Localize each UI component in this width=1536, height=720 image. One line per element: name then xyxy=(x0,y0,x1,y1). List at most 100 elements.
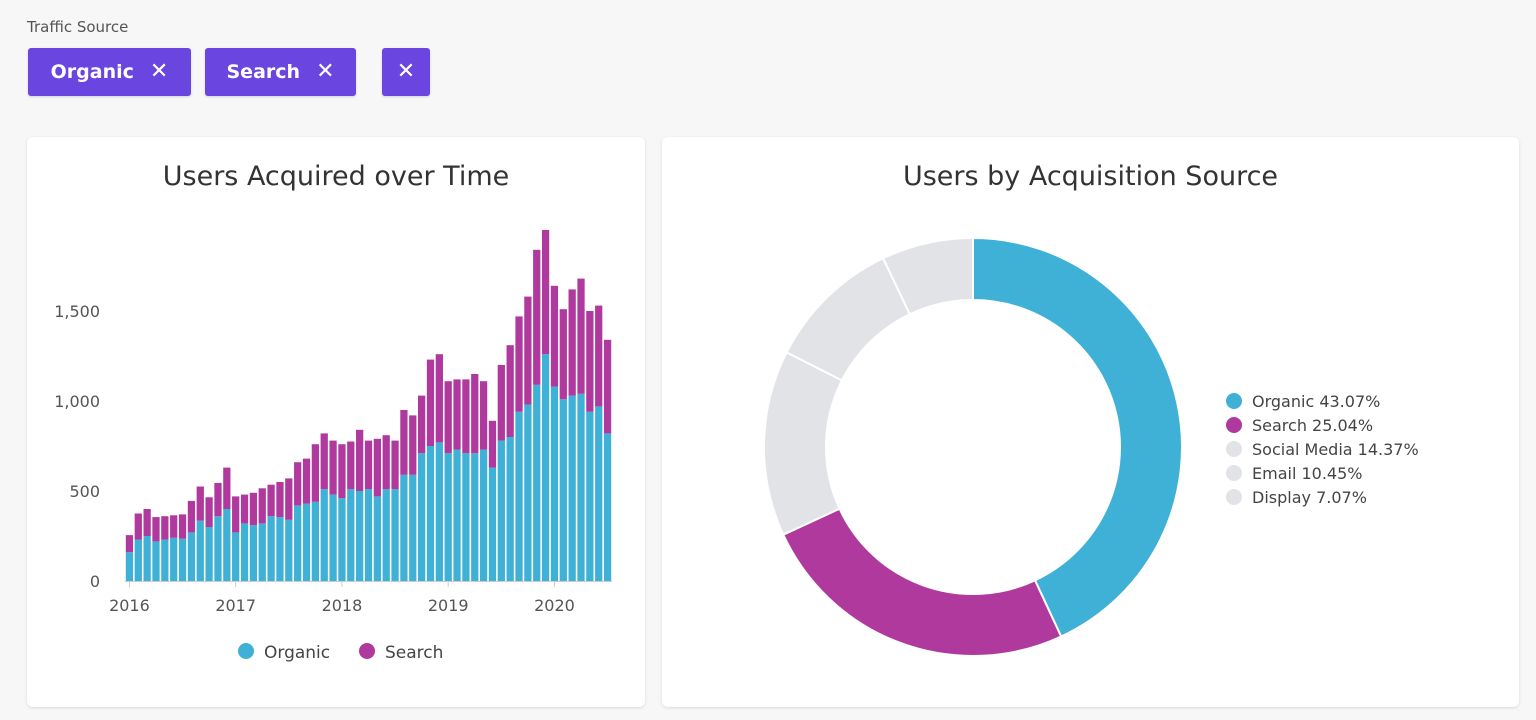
legend-item-organic[interactable]: Organic xyxy=(238,643,330,663)
legend-item-search[interactable]: Search xyxy=(359,643,443,663)
bar-organic[interactable] xyxy=(329,494,337,581)
bar-organic[interactable] xyxy=(125,552,134,581)
bar-search[interactable] xyxy=(214,482,222,517)
bar-search[interactable] xyxy=(276,482,284,518)
bar-organic[interactable] xyxy=(462,453,470,581)
bar-search[interactable] xyxy=(267,484,275,517)
bar-organic[interactable] xyxy=(417,453,426,581)
bar-organic[interactable] xyxy=(161,539,169,581)
bar-search[interactable] xyxy=(178,514,187,539)
bar-search[interactable] xyxy=(125,535,134,553)
bar-organic[interactable] xyxy=(338,498,346,581)
bar-search[interactable] xyxy=(426,359,435,446)
bar-search[interactable] xyxy=(568,289,576,396)
donut-slice-search[interactable] xyxy=(781,507,1063,657)
bar-organic[interactable] xyxy=(258,523,266,581)
bar-organic[interactable] xyxy=(373,496,381,581)
bar-search[interactable] xyxy=(533,249,541,385)
bar-search[interactable] xyxy=(595,305,603,407)
bar-search[interactable] xyxy=(435,354,443,443)
bar-organic[interactable] xyxy=(152,541,160,581)
bar-search[interactable] xyxy=(311,444,320,502)
close-icon[interactable]: ✕ xyxy=(316,61,334,83)
bar-organic[interactable] xyxy=(603,433,612,581)
bar-search[interactable] xyxy=(223,467,231,509)
bar-organic[interactable] xyxy=(170,537,178,581)
bar-search[interactable] xyxy=(302,458,311,504)
bar-search[interactable] xyxy=(524,296,532,405)
bar-organic[interactable] xyxy=(568,395,576,581)
bar-search[interactable] xyxy=(479,381,488,450)
bar-organic[interactable] xyxy=(364,489,373,581)
bar-organic[interactable] xyxy=(240,523,249,581)
bar-organic[interactable] xyxy=(479,449,488,581)
legend-item-organic[interactable]: Organic 43.07% xyxy=(1226,392,1380,411)
bar-organic[interactable] xyxy=(533,384,541,581)
bar-search[interactable] xyxy=(471,374,479,454)
bar-organic[interactable] xyxy=(524,404,532,581)
bar-organic[interactable] xyxy=(187,532,196,581)
bar-organic[interactable] xyxy=(302,503,311,581)
legend-item-social-media[interactable]: Social Media 14.37% xyxy=(1226,440,1419,459)
bar-organic[interactable] xyxy=(506,437,514,581)
bar-search[interactable] xyxy=(258,488,266,524)
bar-search[interactable] xyxy=(550,285,559,387)
bar-organic[interactable] xyxy=(232,532,240,581)
bar-organic[interactable] xyxy=(205,527,213,581)
bar-search[interactable] xyxy=(382,435,390,490)
donut-slice-organic[interactable] xyxy=(972,236,1183,638)
bar-organic[interactable] xyxy=(178,538,187,581)
bar-search[interactable] xyxy=(170,515,178,538)
bar-search[interactable] xyxy=(417,395,426,454)
bar-organic[interactable] xyxy=(391,489,399,581)
bar-search[interactable] xyxy=(161,516,169,540)
bar-search[interactable] xyxy=(187,500,196,533)
donut-slice-social-media[interactable] xyxy=(763,351,844,537)
close-icon[interactable]: ✕ xyxy=(150,61,168,83)
bar-organic[interactable] xyxy=(196,520,204,581)
bar-search[interactable] xyxy=(559,309,567,400)
bar-search[interactable] xyxy=(347,441,355,490)
clear-filters-button[interactable]: ✕ xyxy=(382,48,430,96)
bar-search[interactable] xyxy=(515,316,523,412)
bar-search[interactable] xyxy=(294,462,302,506)
bar-search[interactable] xyxy=(409,415,417,475)
bar-search[interactable] xyxy=(196,486,204,521)
bar-organic[interactable] xyxy=(515,411,523,581)
bar-search[interactable] xyxy=(329,440,337,495)
bar-search[interactable] xyxy=(356,429,364,491)
bar-organic[interactable] xyxy=(143,536,151,581)
bar-search[interactable] xyxy=(586,311,594,412)
bar-search[interactable] xyxy=(249,492,258,526)
bar-organic[interactable] xyxy=(267,516,275,581)
bar-search[interactable] xyxy=(506,345,514,437)
filter-chip-search[interactable]: Search ✕ xyxy=(205,48,356,96)
bar-organic[interactable] xyxy=(497,440,505,581)
bar-search[interactable] xyxy=(285,478,293,520)
bar-organic[interactable] xyxy=(559,399,567,581)
bar-organic[interactable] xyxy=(409,474,417,581)
bar-search[interactable] xyxy=(373,438,381,497)
bar-search[interactable] xyxy=(152,517,160,542)
bar-organic[interactable] xyxy=(285,519,293,581)
bar-organic[interactable] xyxy=(320,489,328,581)
legend-item-display[interactable]: Display 7.07% xyxy=(1226,488,1367,507)
bar-search[interactable] xyxy=(143,509,151,536)
bar-organic[interactable] xyxy=(223,509,231,581)
bar-search[interactable] xyxy=(205,497,213,527)
bar-search[interactable] xyxy=(400,410,408,475)
bar-organic[interactable] xyxy=(586,411,594,581)
bar-search[interactable] xyxy=(488,420,497,468)
filter-chip-organic[interactable]: Organic ✕ xyxy=(28,48,191,96)
bar-organic[interactable] xyxy=(382,489,390,581)
bar-organic[interactable] xyxy=(435,442,443,581)
bar-organic[interactable] xyxy=(311,501,320,581)
bar-search[interactable] xyxy=(577,278,585,394)
bar-search[interactable] xyxy=(134,513,142,540)
bar-organic[interactable] xyxy=(444,453,452,581)
bar-organic[interactable] xyxy=(400,474,408,581)
bar-organic[interactable] xyxy=(577,393,585,581)
bar-search[interactable] xyxy=(391,440,399,490)
bar-organic[interactable] xyxy=(471,453,479,581)
bar-organic[interactable] xyxy=(488,467,497,581)
